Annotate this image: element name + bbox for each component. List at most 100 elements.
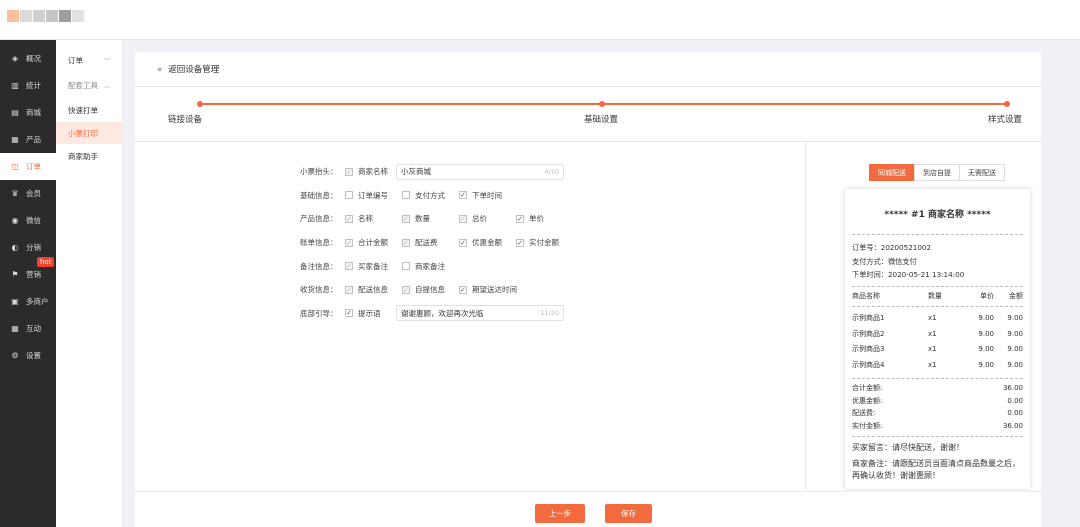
checkbox-icon: ✓ xyxy=(402,214,410,223)
row-label: 账单信息： xyxy=(300,238,338,248)
settings-form: 小票抬头： ✓ 商家名称 小灰商城 4/10 基础信息： 订单编号 支付方式 ✓ 下单时间产品信息… xyxy=(300,160,571,325)
row-label: 备注信息： xyxy=(300,261,338,271)
receipt-column-header: 数量 xyxy=(928,291,942,300)
step-dot-2 xyxy=(599,101,605,107)
option-checkbox[interactable]: ✓ 合计金额 xyxy=(345,237,402,248)
checkbox-icon xyxy=(402,191,410,200)
save-button[interactable]: 保存 xyxy=(605,504,652,523)
sidebar-item-2[interactable]: ▤ 商城 xyxy=(0,99,56,126)
checkbox-icon: ✓ xyxy=(402,285,410,294)
checkbox-icon: ✓ xyxy=(402,238,410,247)
checkbox-icon: ✓ xyxy=(516,214,524,223)
setting-row: 小票抬头： ✓ 商家名称 小灰商城 4/10 xyxy=(300,160,571,184)
receipt-title: ***** #1 商家名称 ***** xyxy=(884,210,991,220)
option-checkbox[interactable]: 支付方式 xyxy=(402,190,459,201)
prev-step-button[interactable]: 上一步 xyxy=(535,504,585,523)
checkbox-icon: ✓ xyxy=(345,309,353,318)
tab-delivery-2[interactable]: 无需配送 xyxy=(959,164,1005,181)
option-checkbox[interactable]: ✓ 优惠金额 xyxy=(459,237,516,248)
step-dot-1 xyxy=(197,101,203,107)
receipt-cell: x1 xyxy=(928,329,937,338)
setting-row: 底部引导： ✓ 提示语 谢谢惠顾，欢迎再次光临 11/20 xyxy=(300,302,571,326)
checkbox-icon: ✓ xyxy=(459,214,467,223)
option-checkbox[interactable]: ✓ 单价 xyxy=(516,213,571,224)
option-checkbox[interactable]: ✓ 自提信息 xyxy=(402,284,459,295)
dashed-divider xyxy=(852,378,1023,379)
step-dot-3 xyxy=(1004,101,1010,107)
chart-icon: ▥ xyxy=(11,81,19,90)
subnav-item-receipt-print[interactable]: 小票打印 xyxy=(56,122,122,144)
receipt-cell: 9.00 xyxy=(978,360,994,369)
receipt-cell: 示例商品2 xyxy=(852,329,885,338)
receipt-cell: 9.00 xyxy=(978,314,994,322)
receipt-sum-row: 配送费: 0.00 xyxy=(852,409,1023,417)
row-label: 产品信息： xyxy=(300,214,338,224)
checkbox-icon xyxy=(345,191,353,200)
wechat-icon: ◉ xyxy=(11,216,19,225)
option-checkbox[interactable]: ✓ 名称 xyxy=(345,213,402,224)
flag-icon: ⚑ xyxy=(11,270,19,279)
setting-row: 备注信息： ✓ 买家备注 商家备注 xyxy=(300,254,571,278)
subnav-order[interactable]: 订单 ﹀ xyxy=(56,49,122,71)
receipt-cell: 示例商品4 xyxy=(852,360,885,369)
receipt-table-header: 商品名称 数量 单价 金额 xyxy=(845,289,1030,305)
option-checkbox[interactable]: 商家备注 xyxy=(402,261,457,272)
footer-bar: 上一步 保存 xyxy=(135,491,1041,527)
subnav-group-tools[interactable]: 配套工具 ︿ xyxy=(56,74,122,96)
checkbox-icon: ✓ xyxy=(459,191,467,200)
crown-icon: ♛ xyxy=(11,189,19,198)
option-checkbox[interactable]: ✓ 总价 xyxy=(459,213,516,224)
option-checkbox[interactable]: ✓ 买家备注 xyxy=(345,261,402,272)
receipt-cell: 9.00 xyxy=(978,345,994,353)
option-checkbox[interactable]: 订单编号 xyxy=(345,190,402,201)
step-label-style: 样式设置 xyxy=(988,115,1023,125)
layers-icon: ◈ xyxy=(11,54,19,63)
sidebar-item-0[interactable]: ◈ 概况 xyxy=(0,45,56,72)
apps-icon: ▦ xyxy=(11,324,19,333)
divider xyxy=(135,141,1041,142)
sidebar-item-9[interactable]: ▣ 多商户 xyxy=(0,288,56,315)
logo xyxy=(7,10,84,22)
delivery-tabs: 同城配送 到店自提 无需配送 xyxy=(869,164,1005,181)
sidebar-item-4[interactable]: ◫ 订单 xyxy=(0,153,56,180)
setting-row: 收货信息： ✓ 配送信息 ✓ 自提信息 ✓ 期望送达时间 xyxy=(300,278,571,302)
sidebar-item-11[interactable]: ⚙ 设置 xyxy=(0,342,56,369)
text-input[interactable]: 谢谢惠顾，欢迎再次光临 11/20 xyxy=(396,305,564,322)
dashed-divider xyxy=(852,306,1023,307)
option-checkbox[interactable]: ✓ 下单时间 xyxy=(459,190,514,201)
back-link[interactable]: «返回设备管理 xyxy=(157,63,219,75)
sidebar-item-5[interactable]: ♛ 会员 xyxy=(0,180,56,207)
order-icon: ◫ xyxy=(11,162,19,171)
option-checkbox[interactable]: ✓ 配送费 xyxy=(402,237,459,248)
receipt-cell: 9.00 xyxy=(978,329,994,338)
tab-delivery-1[interactable]: 到店自提 xyxy=(914,164,960,181)
option-checkbox[interactable]: ✓ 数量 xyxy=(402,213,459,224)
option-checkbox[interactable]: ✓ 配送信息 xyxy=(345,284,402,295)
receipt-column-header: 商品名称 xyxy=(852,291,880,300)
option-checkbox[interactable]: ✓ 实付金额 xyxy=(516,237,571,248)
sidebar: ◈ 概况 ▥ 统计 ▤ 商城 ▦ 产品 ◫ 订单 ♛ 会员 ◉ 微信 ◐ 分销 ⚑ 营销 hot ▣ 多商户 ▦ 互动 ⚙ 设置 xyxy=(0,40,56,527)
option-checkbox[interactable]: ✓ 期望送达时间 xyxy=(459,284,519,295)
subnav-item-merchant-helper[interactable]: 商家助手 xyxy=(56,145,122,167)
checkbox-icon: ✓ xyxy=(345,238,353,247)
sidebar-item-3[interactable]: ▦ 产品 xyxy=(0,126,56,153)
setting-row: 基础信息： 订单编号 支付方式 ✓ 下单时间 xyxy=(300,184,571,208)
tab-delivery-0[interactable]: 同城配送 xyxy=(869,164,915,181)
option-checkbox[interactable]: ✓ 提示语 xyxy=(345,308,400,319)
sidebar-item-1[interactable]: ▥ 统计 xyxy=(0,72,56,99)
sidebar-item-8[interactable]: ⚑ 营销 hot xyxy=(0,257,56,288)
sidebar-item-10[interactable]: ▦ 互动 xyxy=(0,315,56,342)
subnav-item-quick-print[interactable]: 快速打单 xyxy=(56,99,122,121)
receipt-column-header: 金额 xyxy=(1009,291,1023,300)
checkbox-icon: ✓ xyxy=(345,214,353,223)
option-checkbox[interactable]: ✓ 商家名称 xyxy=(345,166,400,177)
receipt-cell: 9.00 xyxy=(1007,329,1023,338)
receipt-column-header: 单价 xyxy=(980,291,994,300)
dashed-divider xyxy=(852,436,1023,437)
text-input[interactable]: 小灰商城 4/10 xyxy=(396,163,564,180)
shop-icon: ▤ xyxy=(11,108,19,117)
checkbox-icon xyxy=(402,262,410,271)
users-icon: ◐ xyxy=(11,243,19,252)
checkbox-icon: ✓ xyxy=(516,238,524,247)
sidebar-item-6[interactable]: ◉ 微信 xyxy=(0,207,56,234)
